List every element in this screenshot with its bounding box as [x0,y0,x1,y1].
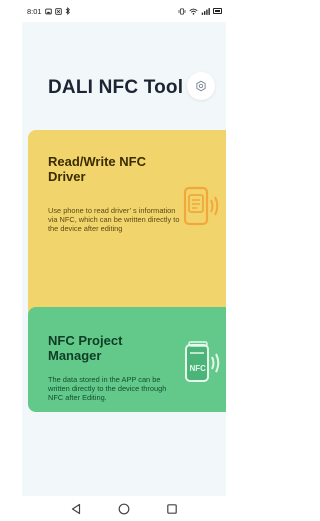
image-icon [44,8,52,14]
signal-icon [201,7,210,15]
read-write-nfc-card[interactable]: Read/Write NFC Driver Use phone to read … [28,130,226,320]
settings-button[interactable] [187,72,215,100]
back-button[interactable] [68,501,84,517]
phone-nfc-icon [183,186,219,226]
home-circle-icon [118,503,130,514]
home-button[interactable] [116,501,132,517]
recents-square-icon [167,503,177,514]
nfc-card-icon: NFC [185,341,220,382]
nfc-project-manager-card[interactable]: NFC Project Manager The data stored in t… [28,307,226,412]
settings-icon [196,80,206,92]
battery-icon [213,8,222,14]
gallery-icon [54,7,62,15]
status-right [178,7,222,15]
vibrate-icon [178,7,186,15]
app-screen: 8:01 DALI NFC Tool Read/Write NFC Driver… [22,0,226,521]
svg-text:NFC: NFC [190,364,207,373]
status-bar: 8:01 [22,0,226,22]
card-title: NFC Project Manager [48,333,123,363]
system-nav-bar [22,496,226,521]
status-time: 8:01 [27,6,42,16]
card-title: Read/Write NFC Driver [48,154,146,184]
bluetooth-icon [65,7,70,15]
recents-button[interactable] [164,501,180,517]
card-description: The data stored in the APP can be writte… [48,375,167,402]
card-description: Use phone to read driver’ s information … [48,206,180,233]
back-triangle-icon [71,503,81,514]
page-title: DALI NFC Tool [48,77,184,98]
wifi-icon [189,8,198,15]
status-left: 8:01 [27,7,71,16]
